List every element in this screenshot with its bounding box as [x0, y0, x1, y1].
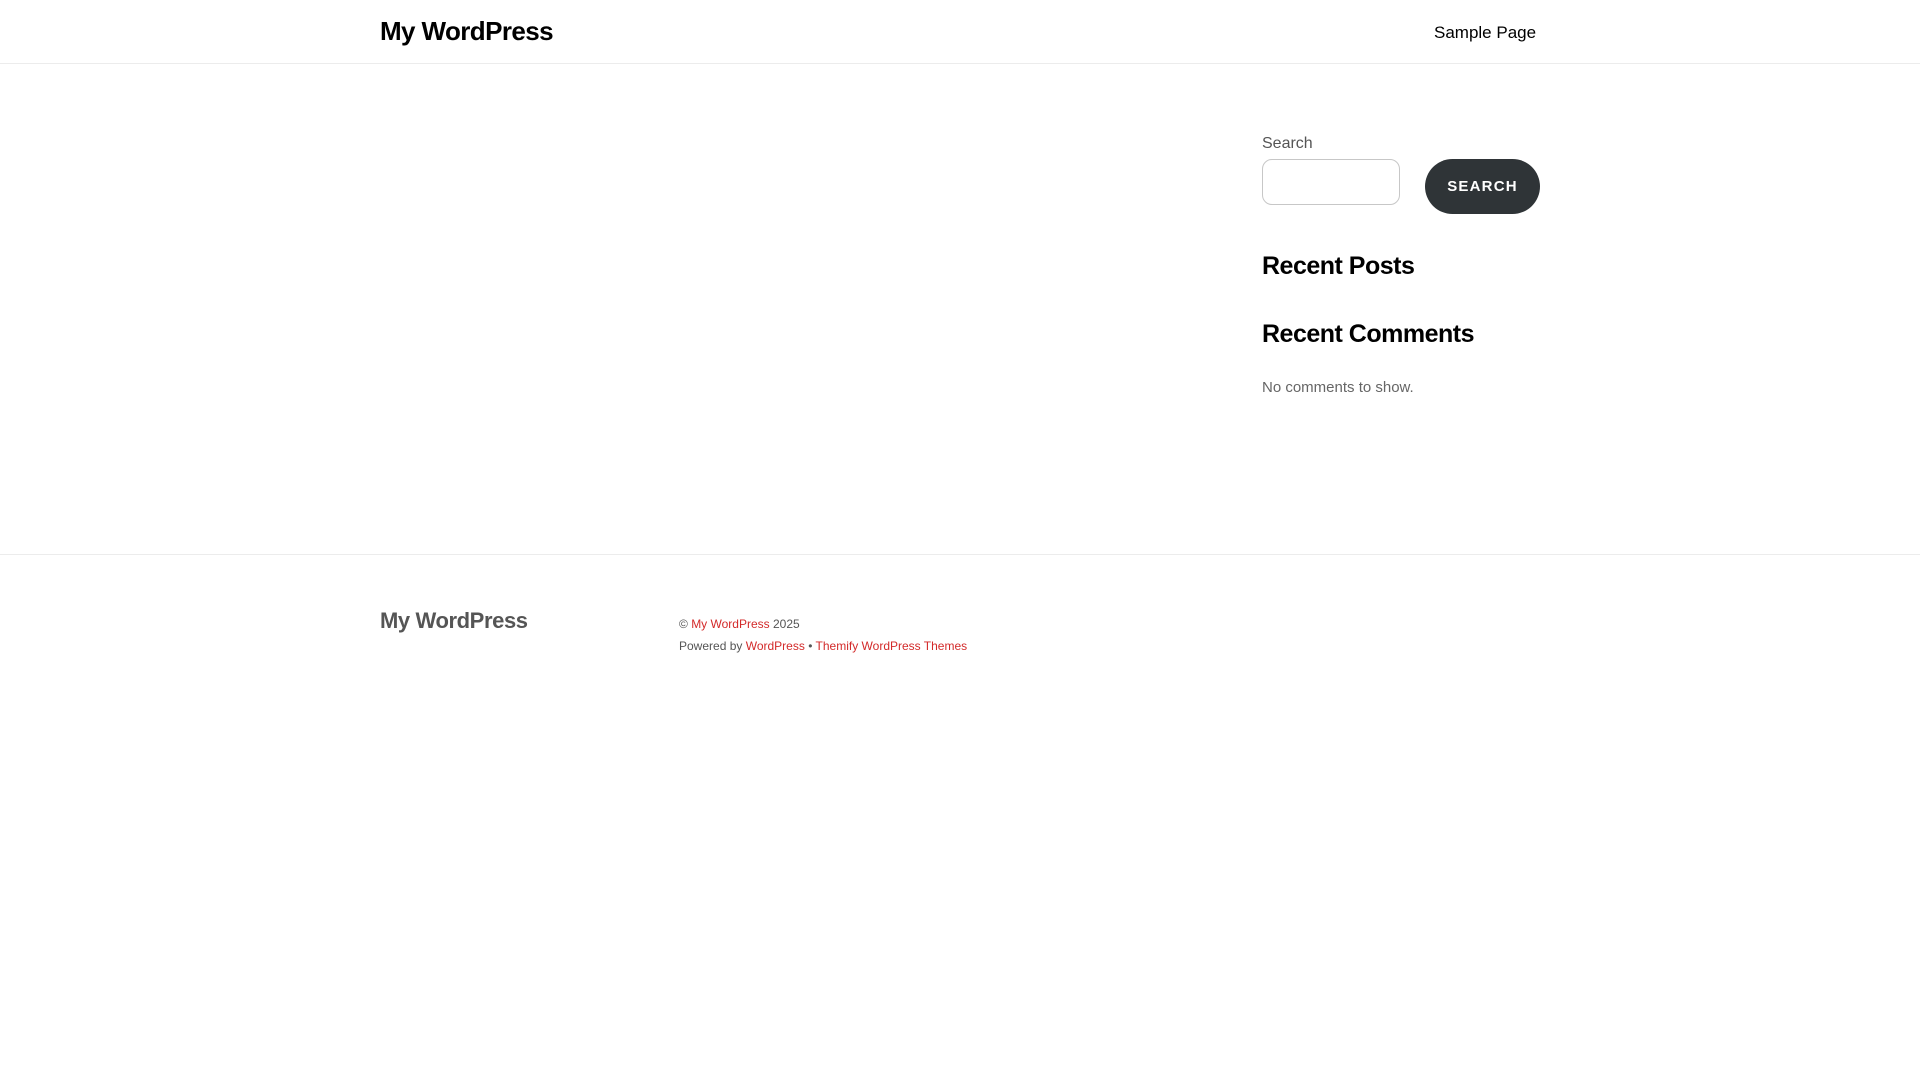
- wordpress-link[interactable]: WordPress: [746, 639, 805, 653]
- footer-site-title[interactable]: My WordPress: [380, 607, 528, 635]
- search-label: Search: [1262, 135, 1313, 152]
- themify-themes-link[interactable]: Themify WordPress Themes: [816, 639, 968, 653]
- footer-powered-line: Powered by WordPress • Themify WordPress…: [679, 635, 967, 657]
- footer-separator: •: [808, 639, 813, 653]
- footer-copyright-link[interactable]: My WordPress: [691, 617, 769, 631]
- search-input[interactable]: [1262, 159, 1400, 205]
- site-footer: My WordPress © My WordPress 2025 Powered…: [0, 554, 1920, 755]
- footer-credits: © My WordPress 2025 Powered by WordPress…: [679, 613, 967, 657]
- recent-comments-heading: Recent Comments: [1262, 320, 1475, 348]
- copyright-year: 2025: [773, 617, 800, 631]
- copyright-symbol: ©: [679, 617, 688, 631]
- powered-by-text: Powered by: [679, 639, 743, 653]
- site-header: My WordPress Sample Page: [0, 0, 1920, 64]
- main-navigation: Sample Page: [1434, 22, 1536, 44]
- search-button[interactable]: SEARCH: [1425, 159, 1540, 214]
- footer-copyright-line: © My WordPress 2025: [679, 613, 967, 635]
- recent-posts-heading: Recent Posts: [1262, 252, 1415, 280]
- nav-item-sample-page[interactable]: Sample Page: [1434, 23, 1536, 42]
- site-title-link[interactable]: My WordPress: [380, 14, 554, 48]
- no-comments-text: No comments to show.: [1262, 379, 1414, 396]
